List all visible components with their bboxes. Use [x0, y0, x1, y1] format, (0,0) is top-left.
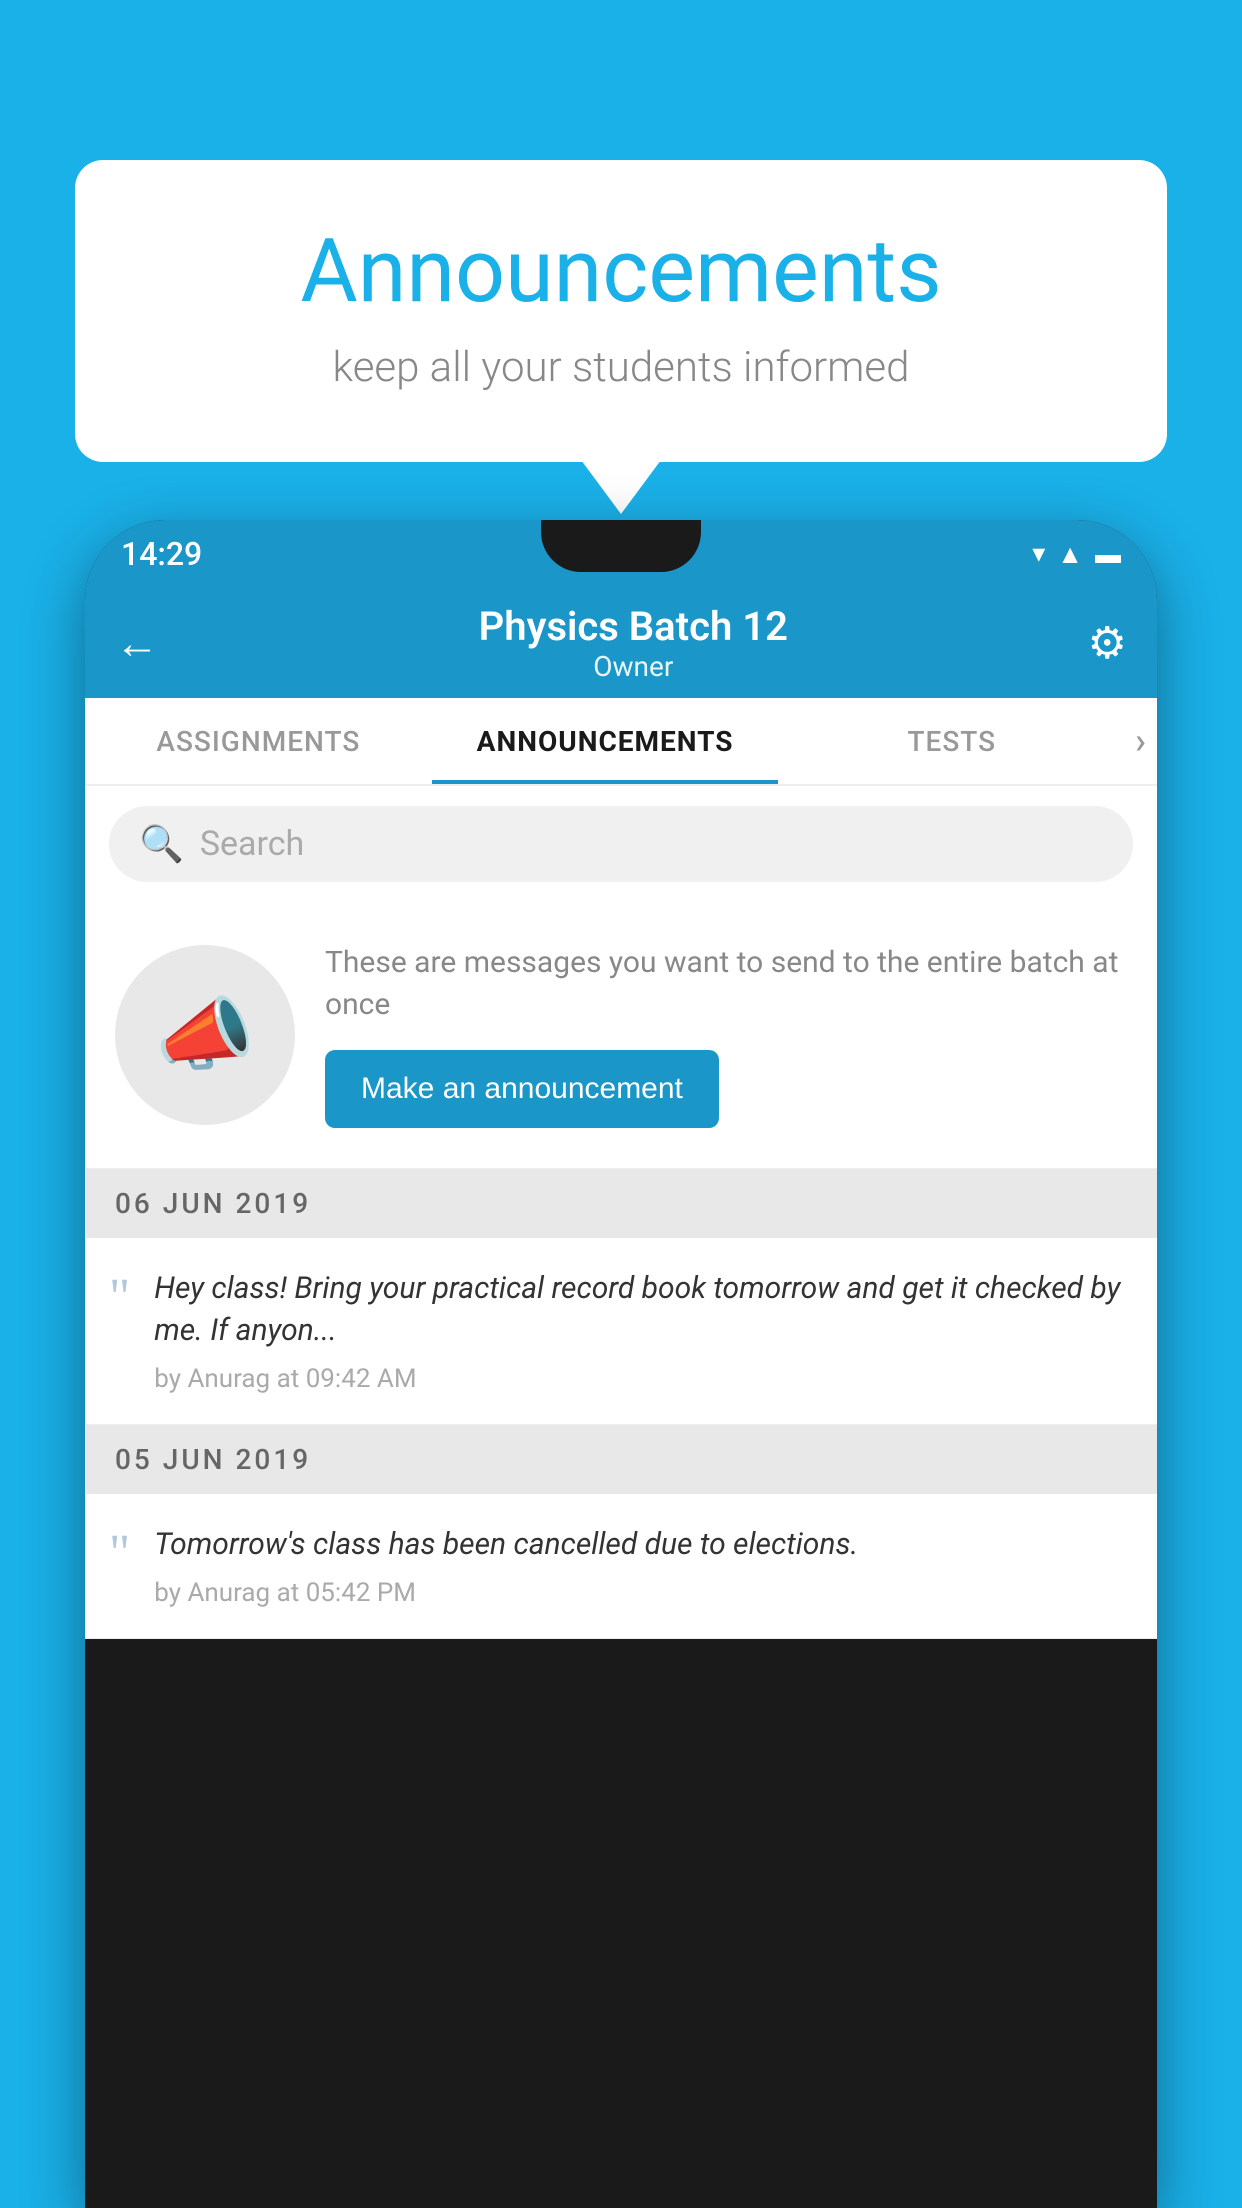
- promo-text-area: These are messages you want to send to t…: [325, 942, 1127, 1128]
- app-bar-subtitle: Owner: [179, 650, 1088, 683]
- announcement-text-area-2: Tomorrow's class has been cancelled due …: [154, 1524, 1127, 1608]
- speech-bubble: Announcements keep all your students inf…: [75, 160, 1167, 462]
- status-icons: ▾ ▲ ▬: [1032, 539, 1121, 570]
- app-bar-title: Physics Batch 12: [179, 603, 1088, 650]
- tab-more[interactable]: ›: [1125, 698, 1157, 784]
- announcement-message-1: Hey class! Bring your practical record b…: [154, 1268, 1127, 1352]
- announcement-item-2: " Tomorrow's class has been cancelled du…: [85, 1494, 1157, 1639]
- announcement-message-2: Tomorrow's class has been cancelled due …: [154, 1524, 1127, 1566]
- app-bar-center: Physics Batch 12 Owner: [179, 603, 1088, 683]
- battery-icon: ▬: [1095, 539, 1121, 570]
- wifi-icon: ▾: [1032, 539, 1045, 569]
- tab-announcements[interactable]: ANNOUNCEMENTS: [432, 698, 779, 784]
- back-button[interactable]: ←: [115, 617, 159, 669]
- announcement-meta-1: by Anurag at 09:42 AM: [154, 1364, 1127, 1394]
- announcements-subtitle: keep all your students informed: [155, 343, 1087, 392]
- speech-bubble-container: Announcements keep all your students inf…: [75, 160, 1167, 462]
- announcements-title: Announcements: [155, 220, 1087, 323]
- date-separator-2: 05 JUN 2019: [85, 1425, 1157, 1494]
- announcement-meta-2: by Anurag at 05:42 PM: [154, 1578, 1127, 1608]
- quote-icon-2: ": [109, 1528, 130, 1580]
- signal-icon: ▲: [1057, 539, 1083, 570]
- notch: [541, 520, 701, 572]
- search-icon: 🔍: [139, 823, 184, 865]
- promo-icon-circle: 📣: [115, 945, 295, 1125]
- promo-description: These are messages you want to send to t…: [325, 942, 1127, 1026]
- screen-content: 🔍 Search 📣 These are messages you want t…: [85, 786, 1157, 1639]
- announcement-text-area-1: Hey class! Bring your practical record b…: [154, 1268, 1127, 1394]
- announcement-item-1: " Hey class! Bring your practical record…: [85, 1238, 1157, 1425]
- search-placeholder: Search: [200, 824, 304, 864]
- status-bar: 14:29 ▾ ▲ ▬: [85, 520, 1157, 588]
- status-time: 14:29: [121, 535, 202, 573]
- search-container: 🔍 Search: [85, 786, 1157, 902]
- tabs-container: ASSIGNMENTS ANNOUNCEMENTS TESTS ›: [85, 698, 1157, 786]
- app-bar: ← Physics Batch 12 Owner ⚙: [85, 588, 1157, 698]
- tab-assignments[interactable]: ASSIGNMENTS: [85, 698, 432, 784]
- tab-tests[interactable]: TESTS: [778, 698, 1125, 784]
- search-bar[interactable]: 🔍 Search: [109, 806, 1133, 882]
- megaphone-icon: 📣: [155, 988, 255, 1082]
- quote-icon-1: ": [109, 1272, 130, 1324]
- make-announcement-button[interactable]: Make an announcement: [325, 1050, 719, 1128]
- promo-card: 📣 These are messages you want to send to…: [85, 902, 1157, 1169]
- phone-frame: 14:29 ▾ ▲ ▬ ← Physics Batch 12 Owner ⚙ A…: [85, 520, 1157, 2208]
- settings-icon[interactable]: ⚙: [1088, 617, 1127, 669]
- date-separator-1: 06 JUN 2019: [85, 1169, 1157, 1238]
